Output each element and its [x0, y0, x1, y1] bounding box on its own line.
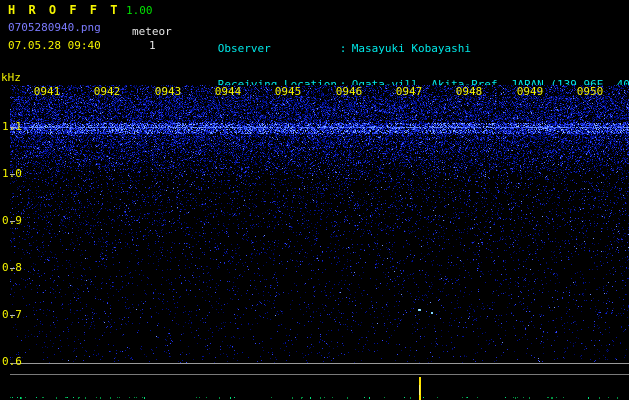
info-label: Observer	[217, 42, 271, 55]
info-colon: :	[339, 42, 347, 55]
y-tick-mark	[10, 315, 15, 316]
y-axis-unit-label: kHz	[1, 71, 21, 84]
x-tick-label: 0946	[335, 85, 363, 98]
x-tick-label: 0943	[154, 85, 182, 98]
x-tick-label: 0941	[33, 85, 61, 98]
x-tick-label: 0948	[455, 85, 483, 98]
meteor-count-label: meteor	[132, 25, 172, 38]
app-title: H R O F F T	[8, 3, 121, 17]
x-tick-label: 0944	[214, 85, 242, 98]
info-value: Masayuki Kobayashi	[351, 42, 471, 55]
y-tick-label: 0.6	[2, 355, 22, 368]
observation-datetime: 07.05.28 09:40	[8, 39, 101, 52]
y-tick-mark	[10, 221, 15, 222]
x-tick-label: 0950	[576, 85, 604, 98]
info-row-receiving-location: Receiving Location:Ogata-vill. Akita-Pre…	[178, 67, 629, 91]
meteor-count-value: 1	[149, 39, 156, 52]
x-tick-label: 0947	[395, 85, 423, 98]
y-tick-mark	[10, 127, 15, 128]
output-filename: 0705280940.png	[8, 21, 101, 34]
info-row-observer: Observer: Masayuki Kobayashi	[178, 31, 629, 55]
x-tick-label: 0945	[274, 85, 302, 98]
y-tick-mark	[10, 174, 15, 175]
app-version: 1.00	[126, 4, 153, 17]
x-tick-label: 0949	[516, 85, 544, 98]
hrofft-spectrogram-screen: H R O F F T 1.00 0705280940.png meteor 1…	[0, 0, 629, 400]
y-tick-mark	[10, 268, 15, 269]
spectrogram-canvas	[10, 85, 629, 400]
x-tick-label: 0942	[93, 85, 121, 98]
